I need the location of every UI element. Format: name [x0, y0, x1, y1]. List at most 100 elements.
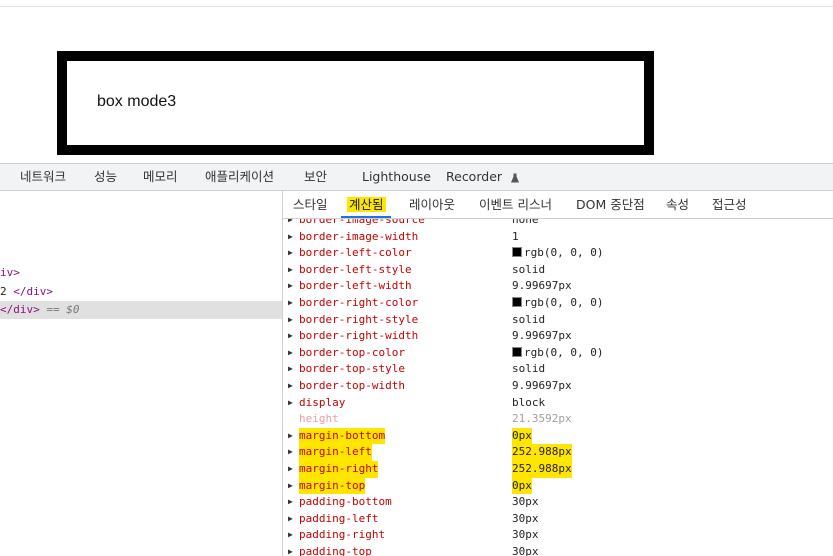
- property-name: border-top-color: [299, 345, 405, 359]
- subtab-dom-breakpoints[interactable]: DOM 중단점: [576, 191, 645, 218]
- expand-arrow-icon[interactable]: ▶: [288, 544, 293, 556]
- dom-tag: </div>: [13, 285, 53, 298]
- computed-property-row[interactable]: ▶ display block: [283, 395, 833, 412]
- color-swatch-icon[interactable]: [512, 297, 522, 307]
- expand-arrow-icon[interactable]: ▶: [288, 511, 293, 528]
- tab-performance[interactable]: 성능: [94, 164, 117, 190]
- top-strip: [0, 0, 833, 7]
- expand-arrow-icon[interactable]: ▶: [288, 494, 293, 511]
- property-name: border-right-color: [299, 296, 419, 309]
- property-value: 1: [512, 229, 519, 243]
- expand-arrow-icon[interactable]: ▶: [288, 295, 293, 312]
- computed-property-row[interactable]: ▶ border-top-color rgb(0, 0, 0): [283, 345, 833, 362]
- property-value: rgb(0, 0, 0): [512, 295, 603, 312]
- computed-property-row[interactable]: ▶ margin-left 252.988px: [283, 444, 833, 461]
- property-value: 30px: [512, 528, 539, 542]
- tab-network[interactable]: 네트워크: [20, 164, 66, 190]
- computed-property-row[interactable]: ▶ padding-top 30px: [283, 544, 833, 556]
- computed-property-row[interactable]: ▶ border-right-width 9.99697px: [283, 328, 833, 345]
- page-viewport: box mode3: [0, 0, 833, 163]
- dom-node-line[interactable]: 2 </div>: [0, 283, 282, 301]
- computed-property-row[interactable]: ▶ padding-left 30px: [283, 511, 833, 528]
- property-name: border-top-style: [299, 362, 405, 376]
- computed-property-row[interactable]: ▶ margin-top 0px: [283, 477, 833, 495]
- computed-property-row[interactable]: height 21.3592px: [283, 411, 833, 428]
- tab-application[interactable]: 애플리케이션: [205, 164, 274, 190]
- subtab-properties[interactable]: 속성: [666, 191, 689, 218]
- property-name: border-image-source: [299, 219, 425, 226]
- property-name: margin-top: [299, 477, 366, 495]
- tab-recorder[interactable]: Recorder: [446, 164, 520, 190]
- expand-arrow-icon[interactable]: ▶: [288, 428, 293, 445]
- computed-property-row[interactable]: ▶ margin-right 252.988px: [283, 461, 833, 478]
- property-name: margin-bottom: [299, 427, 386, 445]
- property-name: border-right-width: [299, 329, 419, 343]
- devtools-tab-bar: 네트워크 성능 메모리 애플리케이션 보안 Lighthouse Recorde…: [0, 163, 833, 191]
- property-name: border-left-style: [299, 262, 412, 276]
- expand-arrow-icon[interactable]: ▶: [288, 461, 293, 478]
- property-name: margin-right: [299, 461, 379, 478]
- subtab-computed-label: 계산됨: [347, 197, 386, 212]
- computed-property-row[interactable]: ▶ border-left-width 9.99697px: [283, 278, 833, 295]
- dom-node-line[interactable]: iv>: [0, 264, 282, 282]
- expand-arrow-icon[interactable]: ▶: [288, 444, 293, 461]
- dom-text: 2: [0, 285, 14, 298]
- expand-arrow-icon[interactable]: ▶: [288, 345, 293, 362]
- computed-property-row[interactable]: ▶ padding-right 30px: [283, 527, 833, 544]
- property-value: rgb(0, 0, 0): [512, 245, 603, 262]
- expand-arrow-icon[interactable]: ▶: [288, 219, 293, 229]
- expand-arrow-icon[interactable]: ▶: [288, 361, 293, 378]
- property-value: 0px: [512, 427, 532, 445]
- expand-arrow-icon[interactable]: ▶: [288, 229, 293, 246]
- subtab-styles[interactable]: 스타일: [293, 191, 328, 218]
- property-value: solid: [512, 262, 546, 276]
- color-swatch-icon[interactable]: [512, 247, 522, 258]
- property-name: padding-top: [299, 545, 372, 556]
- subtab-computed[interactable]: 계산됨: [347, 191, 386, 218]
- computed-property-row[interactable]: ▶ border-right-style solid: [283, 312, 833, 329]
- expand-arrow-icon[interactable]: ▶: [288, 395, 293, 412]
- property-value: 252.988px: [512, 444, 572, 461]
- computed-property-row[interactable]: ▶ border-right-color rgb(0, 0, 0): [283, 295, 833, 312]
- expand-arrow-icon[interactable]: ▶: [288, 328, 293, 345]
- tab-recorder-label: Recorder: [446, 169, 503, 184]
- expand-arrow-icon[interactable]: ▶: [288, 527, 293, 544]
- expand-arrow-icon[interactable]: ▶: [288, 478, 293, 495]
- subtab-event-listeners[interactable]: 이벤트 리스너: [479, 191, 552, 218]
- computed-property-row[interactable]: ▶ padding-bottom 30px: [283, 494, 833, 511]
- elements-panel: iv> 2 </div> </div> == $0: [0, 191, 283, 556]
- computed-property-row[interactable]: ▶ margin-bottom 0px: [283, 427, 833, 445]
- tab-lighthouse[interactable]: Lighthouse: [362, 164, 431, 190]
- property-value: solid: [512, 362, 546, 376]
- computed-property-row[interactable]: ▶ border-left-color rgb(0, 0, 0): [283, 245, 833, 262]
- subtab-layout[interactable]: 레이아웃: [409, 191, 455, 218]
- property-name: height: [299, 412, 339, 426]
- tab-memory[interactable]: 메모리: [143, 164, 178, 190]
- property-value: 0px: [512, 477, 532, 495]
- property-value: rgb(0, 0, 0): [512, 345, 603, 362]
- subtab-accessibility[interactable]: 접근성: [712, 191, 747, 218]
- tab-security[interactable]: 보안: [304, 164, 327, 190]
- dom-node-selected[interactable]: </div> == $0: [0, 301, 282, 319]
- computed-property-row[interactable]: ▶ border-top-width 9.99697px: [283, 378, 833, 395]
- property-value: block: [512, 395, 546, 409]
- computed-property-row[interactable]: ▶ border-image-source none: [283, 219, 833, 229]
- property-name: border-right-style: [299, 312, 419, 326]
- expand-arrow-icon[interactable]: ▶: [288, 312, 293, 329]
- computed-property-row[interactable]: ▶ border-top-style solid: [283, 361, 833, 378]
- expand-arrow-icon[interactable]: ▶: [288, 278, 293, 295]
- computed-property-row[interactable]: ▶ border-left-style solid: [283, 262, 833, 279]
- dom-tag: </div>: [0, 303, 40, 316]
- property-name: border-left-color: [299, 246, 412, 260]
- property-name: padding-bottom: [299, 495, 392, 509]
- property-value: 252.988px: [512, 461, 572, 478]
- expand-arrow-icon[interactable]: ▶: [288, 245, 293, 262]
- color-swatch-icon[interactable]: [512, 346, 522, 357]
- dom-tag: iv>: [0, 266, 20, 279]
- expand-arrow-icon[interactable]: ▶: [288, 378, 293, 395]
- computed-property-row[interactable]: ▶ border-image-width 1: [283, 229, 833, 246]
- expand-arrow-icon[interactable]: ▶: [288, 262, 293, 279]
- box-text: box mode3: [97, 93, 177, 110]
- sidebar-subtab-bar: 스타일 계산됨 레이아웃 이벤트 리스너 DOM 중단점 속성 접근성: [283, 191, 833, 219]
- property-value: 9.99697px: [512, 329, 572, 343]
